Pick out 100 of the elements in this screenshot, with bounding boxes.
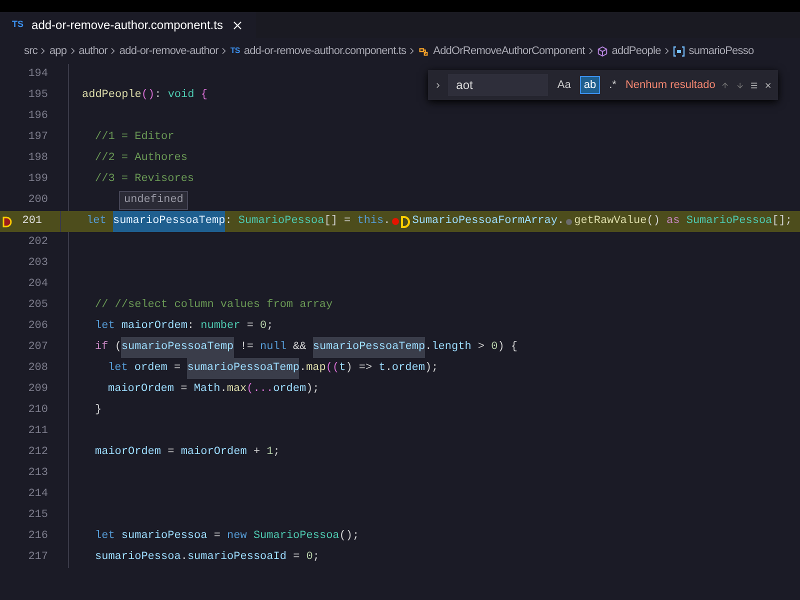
code-token: = — [180, 382, 188, 397]
code-token: new — [227, 529, 248, 544]
code-token: sumarioPessoa — [95, 550, 181, 565]
code-token: sumarioPessoaTemp — [121, 337, 234, 358]
close-icon[interactable] — [230, 18, 244, 32]
line-number: 216 — [27, 529, 48, 544]
code-token: SumarioPessoa — [686, 214, 772, 229]
line-number: 214 — [27, 487, 48, 502]
code-token: sumarioPessoaTemp — [312, 337, 426, 358]
line-number: 195 — [27, 88, 48, 103]
code-token: = — [166, 445, 176, 460]
code-token: ); — [424, 361, 438, 376]
code-token: (( — [326, 361, 340, 376]
line-number: 207 — [27, 340, 48, 355]
code-token: max — [226, 382, 247, 397]
typescript-file-icon: TS — [12, 18, 24, 32]
hover-tooltip: undefined — [119, 191, 188, 210]
code-token: //2 = Authores — [95, 151, 188, 166]
code-token: ) { — [498, 340, 518, 355]
code-token: ( — [114, 340, 122, 355]
code-token: SumarioPessoa — [253, 529, 340, 544]
tab-title: add-or-remove-author.component.ts — [32, 17, 223, 34]
line-number: 198 — [27, 151, 48, 166]
code-token: as — [666, 214, 681, 229]
line-number: 205 — [27, 298, 48, 313]
find-input[interactable]: aot — [448, 74, 548, 96]
code-token: let — [86, 214, 108, 229]
line-number: 199 — [27, 172, 48, 187]
line-number: 215 — [27, 508, 48, 523]
editor-tab[interactable]: TS add-or-remove-author.component.ts — [0, 12, 256, 38]
find-result: Nenhum resultado — [625, 78, 716, 93]
line-number: 203 — [27, 256, 48, 271]
variable-icon — [672, 46, 685, 56]
code-token: ); — [306, 382, 320, 397]
find-option-toggle[interactable]: ab — [580, 76, 600, 94]
code-token: ; — [312, 550, 320, 565]
code-token: sumarioPessoaId — [187, 550, 286, 565]
line-number: 208 — [27, 361, 48, 376]
code-token: + — [252, 445, 262, 460]
code-token: . — [385, 361, 392, 376]
line-number: 201 — [21, 214, 42, 229]
code-token: maiorOrdem — [95, 445, 162, 460]
code-token: : — [187, 319, 196, 334]
code-token: . — [180, 550, 188, 565]
breadcrumb-item[interactable]: addPeople — [612, 42, 661, 60]
code-token: sumarioPessoaTemp — [112, 211, 226, 232]
code-token: () — [141, 88, 155, 103]
line-number: 210 — [27, 403, 48, 418]
debug-current-line-icon[interactable] — [2, 216, 12, 228]
typescript-file-icon: TS — [230, 45, 240, 57]
code-token: Math — [194, 382, 220, 397]
breadcrumb-item[interactable]: sumarioPesso — [688, 42, 754, 60]
code-token: t — [339, 361, 346, 376]
breadcrumb-item[interactable]: app — [49, 42, 67, 60]
code-token: 1 — [266, 445, 274, 460]
stop-marker-icon[interactable] — [401, 216, 410, 228]
code-token: let — [95, 319, 116, 334]
class-icon — [418, 46, 430, 56]
code-token: : — [154, 88, 162, 103]
code-token: ; — [273, 445, 280, 460]
find-option-toggle[interactable]: .* — [606, 76, 620, 94]
breadcrumb-item[interactable]: add-or-remove-author.component.ts — [244, 42, 406, 60]
code-token: && — [292, 340, 308, 355]
find-option-toggle[interactable]: Aa — [554, 76, 574, 94]
breadcrumb-item[interactable]: AddOrRemoveAuthorComponent — [433, 42, 585, 60]
code-token: = — [212, 529, 222, 544]
breadcrumb-item[interactable]: author — [78, 42, 108, 60]
code-token: void — [168, 88, 196, 103]
code-token: . — [220, 382, 227, 397]
breadcrumb-item[interactable]: add-or-remove-author — [119, 42, 218, 60]
code-token: maiorOrdem — [108, 382, 174, 397]
code-token: getRawValue — [574, 214, 647, 229]
line-number: 196 — [27, 109, 48, 124]
code-token: = — [292, 550, 301, 565]
code-token: (... — [246, 382, 274, 397]
code-token: : — [225, 214, 233, 229]
code-token: = — [246, 319, 254, 334]
code-token: length — [432, 340, 472, 355]
code-token: != — [239, 340, 254, 355]
code-token: } — [95, 403, 102, 418]
code-token: if — [95, 340, 110, 355]
code-token: addPeople — [82, 88, 142, 103]
code-token: ordem — [134, 361, 168, 376]
line-number: 211 — [27, 424, 48, 439]
code-token: = — [173, 361, 182, 376]
code-token: . — [384, 214, 390, 229]
code-token: let — [95, 529, 116, 544]
code-token: map — [306, 361, 326, 376]
code-token: t — [378, 361, 386, 376]
code-token: [] = — [324, 214, 352, 229]
line-number: 212 — [27, 445, 48, 460]
code-token: 0 — [306, 550, 313, 565]
line-number: 217 — [27, 550, 48, 565]
code-token: this — [357, 214, 384, 229]
code-token: let — [108, 361, 129, 376]
code-token: maiorOrdem — [180, 445, 247, 460]
breadcrumb-item[interactable]: src — [24, 42, 38, 60]
code-token: . — [425, 340, 432, 355]
line-number: 213 — [27, 466, 48, 481]
code-token: () — [646, 214, 661, 229]
